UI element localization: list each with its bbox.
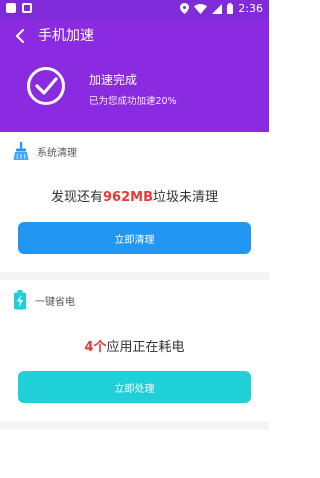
- system-clean-card: 系统清理 发现还有962MB垃圾未清理 立即清理: [0, 132, 269, 272]
- app-header: 手机加速 加速完成 已为您成功加速20%: [0, 20, 269, 132]
- section-divider: [0, 272, 269, 280]
- system-clean-title: 系统清理: [37, 147, 77, 159]
- boost-done-subtitle: 已为您成功加速20%: [89, 96, 177, 107]
- power-save-card: 一键省电 4个应用正在耗电 立即处理: [0, 280, 269, 422]
- battery-icon: [227, 3, 234, 14]
- power-save-header: 一键省电: [13, 290, 75, 310]
- section-divider: [0, 422, 269, 430]
- boost-done-title: 加速完成: [89, 73, 138, 87]
- junk-size: 962MB: [103, 190, 153, 205]
- notification-icon: [6, 3, 16, 13]
- draining-apps-message: 4个应用正在耗电: [0, 336, 269, 355]
- page-title: 手机加速: [38, 28, 94, 44]
- junk-message-prefix: 发现还有: [50, 190, 103, 205]
- wifi-icon: [194, 3, 208, 14]
- junk-message-suffix: 垃圾未清理: [152, 190, 218, 205]
- power-save-title: 一键省电: [35, 296, 75, 308]
- handle-now-button[interactable]: 立即处理: [18, 371, 251, 403]
- signal-icon: [212, 3, 223, 14]
- location-icon: [180, 3, 190, 14]
- broom-icon: [13, 142, 29, 160]
- battery-charge-icon: [14, 290, 26, 310]
- back-arrow-icon: [16, 29, 24, 43]
- junk-message: 发现还有962MB垃圾未清理: [0, 186, 269, 205]
- clean-now-button[interactable]: 立即清理: [18, 222, 251, 254]
- system-clean-header: 系统清理: [13, 142, 77, 160]
- notification-icon: [22, 3, 32, 13]
- status-time: 2:36: [238, 2, 263, 15]
- draining-apps-count: 4个: [84, 340, 107, 355]
- status-bar: 2:36: [0, 0, 269, 20]
- success-check-icon: [27, 67, 65, 105]
- back-button[interactable]: [10, 26, 30, 46]
- draining-apps-suffix: 应用正在耗电: [106, 340, 185, 355]
